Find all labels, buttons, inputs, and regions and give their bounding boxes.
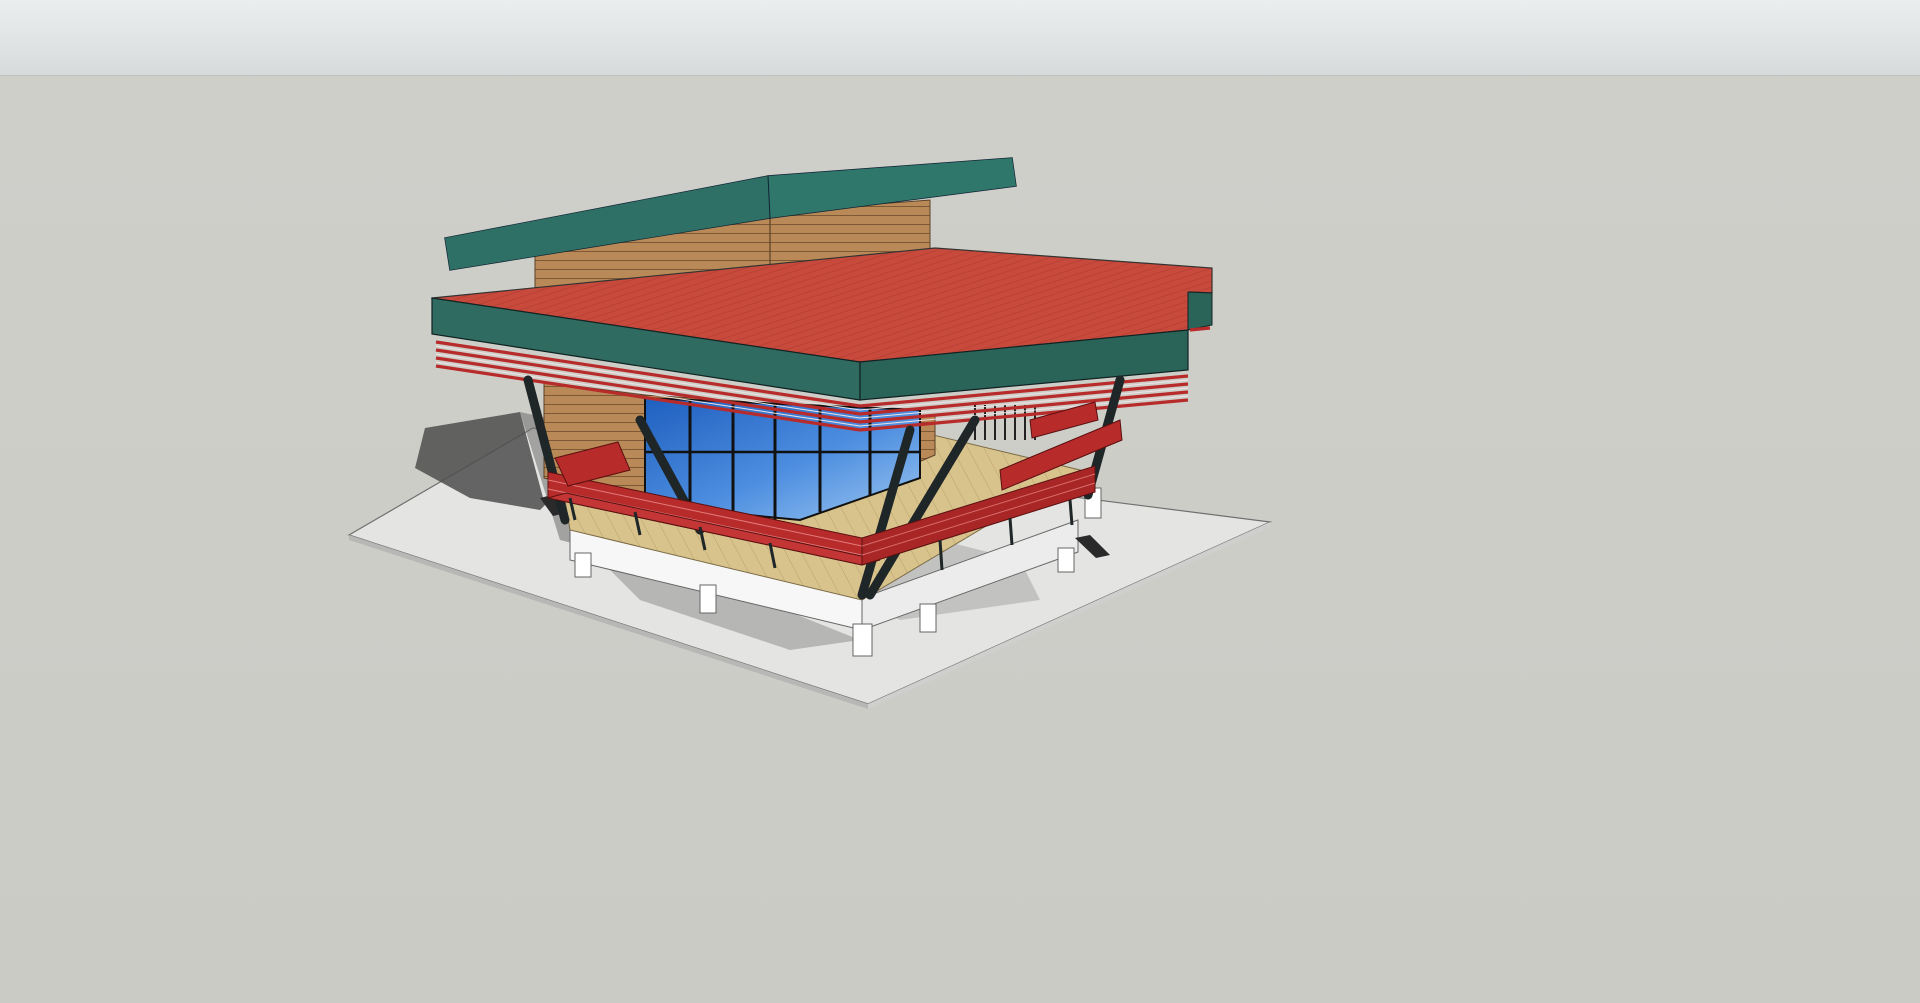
sketchup-viewport-app (0, 0, 1920, 1003)
3d-model-canvas[interactable] (0, 0, 1920, 1003)
